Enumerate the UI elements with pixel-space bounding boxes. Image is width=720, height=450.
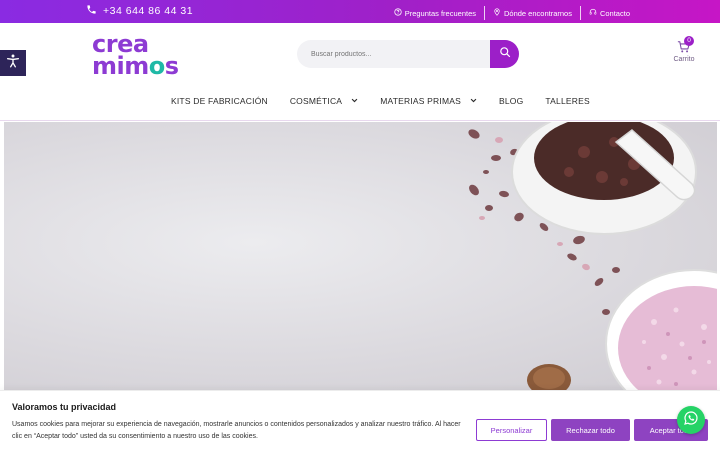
logo-teal-o: o: [148, 52, 166, 80]
chevron-down-icon: [351, 96, 358, 106]
top-bar: +34 644 86 44 31 Preguntas frecuentes Dó…: [0, 0, 720, 23]
site-logo[interactable]: crea mimos: [92, 32, 194, 83]
nav-item-label: BLOG: [498, 96, 524, 106]
phone-icon: [86, 4, 97, 18]
search-input[interactable]: [311, 47, 481, 61]
cookie-banner: Valoramos tu privacidad Usamos cookies p…: [0, 390, 720, 450]
phone-link[interactable]: +34 644 86 44 31: [86, 4, 193, 18]
logo-line-2-b: s: [164, 52, 179, 80]
search-icon: [499, 45, 511, 63]
nav-item-cosmetica[interactable]: COSMÉTICA: [290, 96, 358, 106]
nav-item-label: TALLERES: [545, 96, 590, 106]
accessibility-icon: [5, 53, 21, 74]
nav-item-talleres[interactable]: TALLERES: [545, 96, 589, 106]
logo-line-2: mimos: [92, 52, 194, 80]
phone-number: +34 644 86 44 31: [103, 5, 194, 17]
store-locator-label: Dónde encontrarnos: [504, 8, 572, 18]
hero-banner: [4, 122, 717, 390]
search-bar: [297, 40, 519, 68]
search-button[interactable]: [490, 40, 519, 68]
nav-item-materias-primas[interactable]: MATERIAS PRIMAS: [380, 96, 477, 106]
contact-link[interactable]: Contacto: [589, 8, 630, 18]
store-locator-link[interactable]: Dónde encontrarnos: [493, 8, 572, 18]
nav-item-label: COSMÉTICA: [289, 96, 343, 106]
contact-label: Contacto: [599, 8, 630, 18]
reject-all-button[interactable]: Rechazar todo: [551, 419, 630, 441]
nav-item-label: MATERIAS PRIMAS: [380, 96, 461, 106]
faq-link-label: Preguntas frecuentes: [404, 8, 476, 18]
nav-item-label: KITS DE FABRICACIÓN: [171, 96, 268, 106]
accessibility-button[interactable]: [0, 50, 26, 76]
whatsapp-icon: [683, 410, 699, 431]
whatsapp-button[interactable]: [677, 406, 705, 434]
question-circle-icon: [394, 8, 402, 18]
logo-line-2-a: mim: [92, 52, 149, 80]
divider: [579, 6, 581, 20]
map-pin-icon: [493, 8, 501, 18]
divider: [484, 6, 485, 20]
hero-image: [468, 122, 717, 390]
nav-item-kits[interactable]: KITS DE FABRICACIÓN: [171, 96, 268, 106]
customize-cookies-button[interactable]: Personalizar: [476, 419, 547, 441]
faq-link[interactable]: Preguntas frecuentes: [394, 8, 476, 18]
cart-button[interactable]: 0 Carrito: [669, 36, 699, 63]
site-header: crea mimos 0 Carrito KITS DE FABRICACIÓN…: [0, 23, 720, 121]
cookie-text: Usamos cookies para mejorar su experienc…: [12, 421, 461, 440]
cart-label: Carrito: [673, 56, 695, 63]
main-nav: KITS DE FABRICACIÓN COSMÉTICA MATERIAS P…: [171, 96, 590, 106]
nav-item-blog[interactable]: BLOG: [499, 96, 523, 106]
chevron-down-icon: [470, 96, 477, 106]
top-links: Preguntas frecuentes Dónde encontrarnos …: [394, 6, 630, 20]
cart-count-badge: 0: [684, 36, 694, 46]
headset-icon: [589, 8, 597, 18]
cookie-title: Valoramos tu privacidad: [12, 402, 117, 412]
